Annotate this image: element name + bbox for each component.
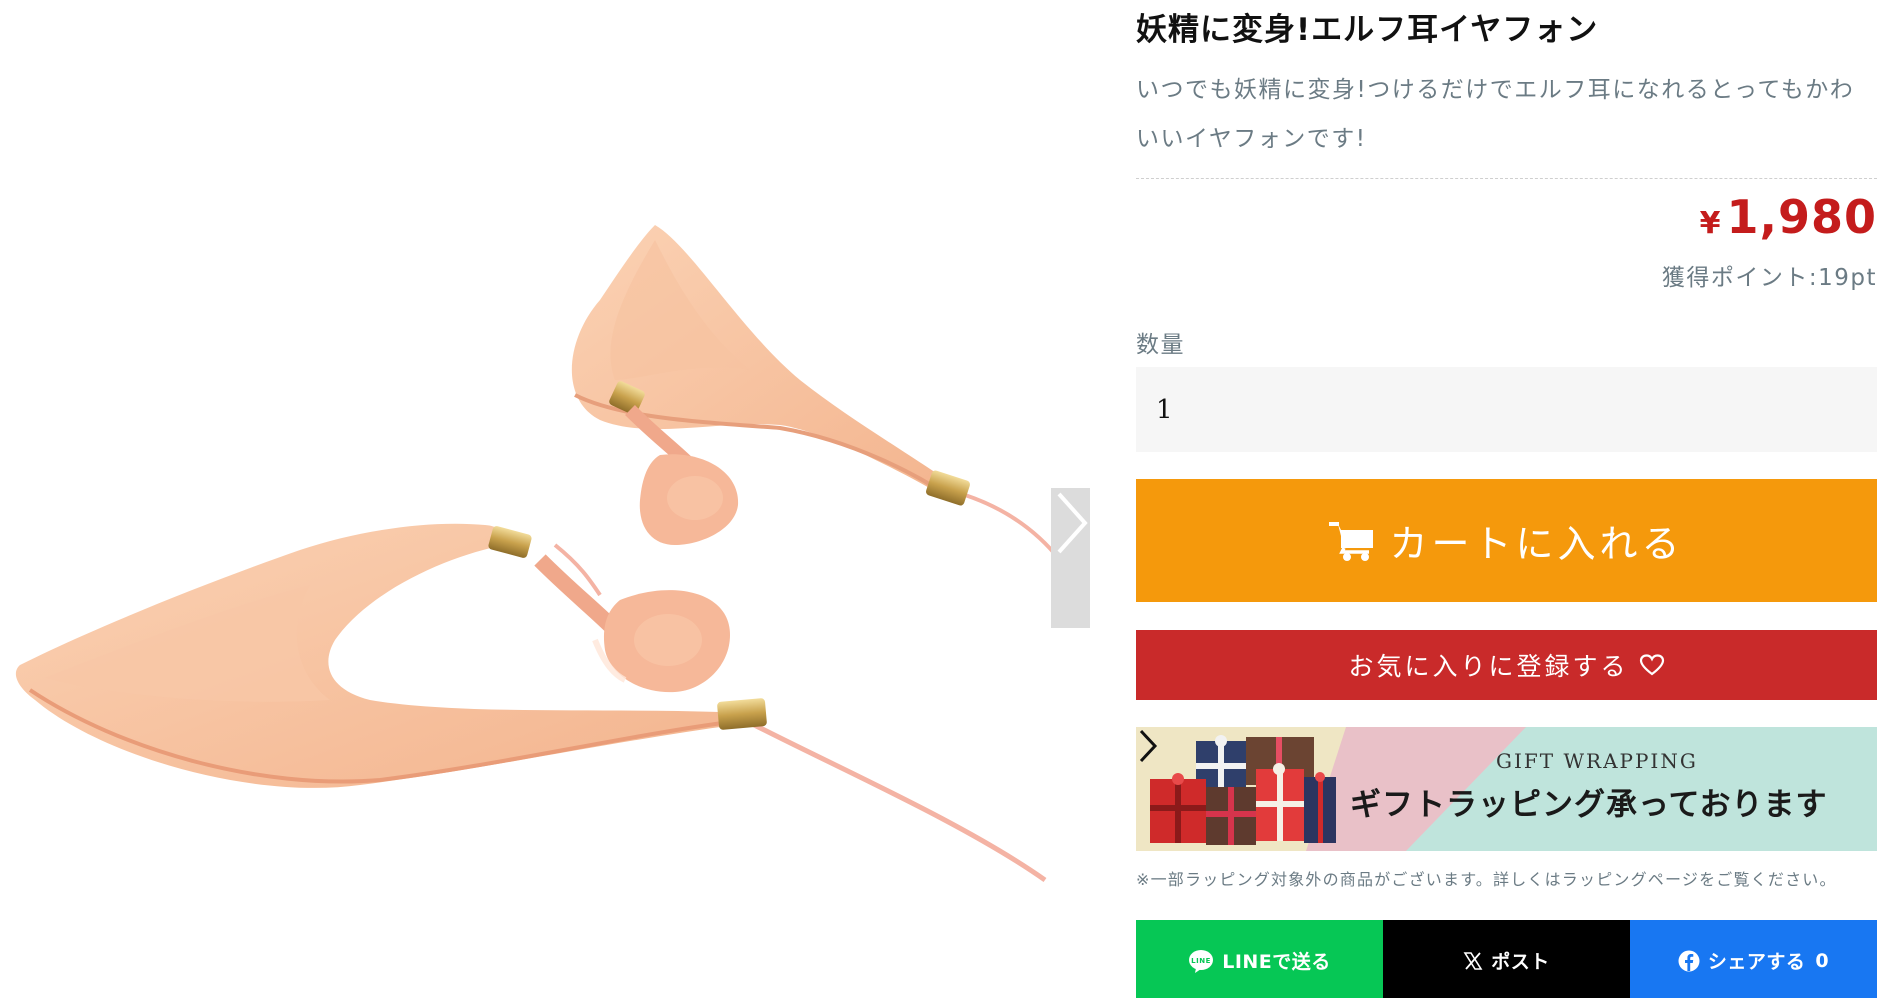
- facebook-share-button[interactable]: シェアする 0: [1630, 920, 1877, 998]
- product-image-gallery: [0, 0, 1090, 998]
- gift-wrapping-note: ※一部ラッピング対象外の商品がございます。詳しくはラッピングページをご覧ください…: [1136, 870, 1837, 889]
- currency-symbol: ¥: [1699, 206, 1721, 241]
- gift-wrapping-title: ギフトラッピング承っております: [1350, 787, 1828, 823]
- cart-icon: [1329, 521, 1374, 561]
- facebook-share-label: シェアする: [1707, 951, 1806, 973]
- product-photo: [15, 225, 1062, 883]
- line-share-label: LINEで送る: [1222, 951, 1331, 973]
- product-description: いつでも妖精に変身!つけるだけでエルフ耳になれるとってもかわいいイヤフォンです!: [1136, 77, 1855, 152]
- price-amount: 1,980: [1726, 190, 1877, 244]
- quantity-label: 数量: [1136, 332, 1185, 358]
- quantity-input[interactable]: [1136, 367, 1877, 452]
- product-title: 妖精に変身!エルフ耳イヤフォン: [1136, 12, 1599, 48]
- add-to-cart-label: カートに入れる: [1389, 522, 1684, 566]
- product-price: ¥1,980: [1700, 190, 1877, 244]
- line-share-button[interactable]: LINE LINEで送る: [1136, 920, 1383, 998]
- favorites-label: お気に入りに登録する: [1348, 652, 1629, 681]
- earned-points: 獲得ポイント:19pt: [1661, 265, 1877, 291]
- svg-text:LINE: LINE: [1191, 957, 1211, 965]
- add-to-cart-button[interactable]: カートに入れる: [1136, 479, 1877, 602]
- next-image-button[interactable]: [1051, 488, 1090, 628]
- x-logo-icon: [1463, 951, 1483, 971]
- line-icon: LINE: [1188, 949, 1214, 973]
- share-buttons: LINE LINEで送る ポスト シェアする 0: [1136, 920, 1877, 998]
- divider: [1136, 178, 1877, 179]
- chevron-right-icon: [1057, 492, 1088, 554]
- chevron-right-icon: [1139, 729, 1158, 763]
- x-post-button[interactable]: ポスト: [1383, 920, 1630, 998]
- facebook-icon: [1678, 950, 1700, 972]
- heart-icon: [1639, 654, 1664, 676]
- x-post-label: ポスト: [1491, 951, 1550, 973]
- facebook-share-count: 0: [1815, 949, 1830, 972]
- gift-wrapping-banner[interactable]: GIFT WRAPPING ギフトラッピング承っております: [1136, 727, 1877, 851]
- add-to-favorites-button[interactable]: お気に入りに登録する: [1136, 630, 1877, 700]
- gift-wrapping-subtitle: GIFT WRAPPING: [1496, 749, 1698, 773]
